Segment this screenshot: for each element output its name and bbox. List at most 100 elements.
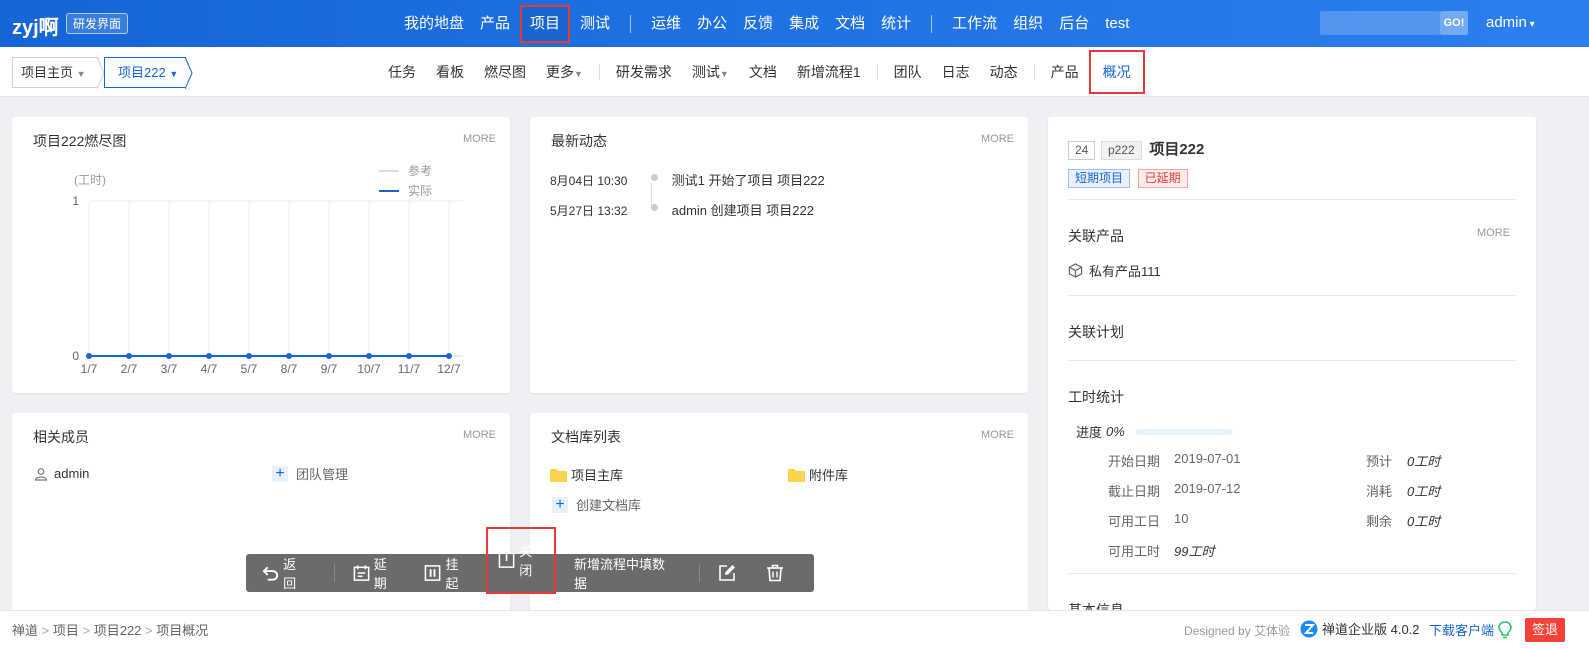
workflow-fill-button[interactable]: 新增流程中填数据 xyxy=(574,554,673,592)
activity-entry: 8月04日 10:30 测试1 开始了项目 项目222 xyxy=(550,170,825,189)
create-doclib-link[interactable]: + 创建文档库 xyxy=(552,495,641,514)
nav-feedback[interactable]: 反馈 xyxy=(735,0,781,47)
linked-product-item[interactable]: 私有产品111 xyxy=(1068,261,1161,280)
tab-burndown[interactable]: 燃尽图 xyxy=(474,62,536,82)
tab-team[interactable]: 团队 xyxy=(884,62,932,82)
edit-button[interactable] xyxy=(718,564,740,582)
doclib-item[interactable]: 附件库 xyxy=(788,465,848,484)
footer-crumb[interactable]: 禅道 xyxy=(12,623,38,638)
nav-stats[interactable]: 统计 xyxy=(873,0,919,47)
suspend-button[interactable]: 挂起 xyxy=(424,554,470,592)
user-icon xyxy=(34,467,48,481)
team-manage-link[interactable]: + 团队管理 xyxy=(272,464,348,483)
version-label: 禅道企业版 4.0.2 xyxy=(1322,622,1420,637)
nav-integration[interactable]: 集成 xyxy=(781,0,827,47)
cube-icon xyxy=(1068,263,1083,278)
delay-button[interactable]: 延期 xyxy=(353,554,399,592)
download-client-link[interactable]: 下载客户端 xyxy=(1429,620,1512,639)
hours-title: 工时统计 xyxy=(1068,389,1124,405)
data-point xyxy=(326,353,332,359)
activity-time: 8月04日 10:30 xyxy=(550,174,628,188)
caret-down-icon: ▼ xyxy=(76,69,86,79)
hours-value: 0工时 xyxy=(1407,514,1441,529)
tab-product[interactable]: 产品 xyxy=(1041,62,1089,82)
undo-icon xyxy=(262,566,279,581)
crumb-separator: > xyxy=(145,623,157,638)
x-tick-label: 5/7 xyxy=(241,362,258,376)
delay-label: 延期 xyxy=(373,557,387,591)
tab-more-label: 更多 xyxy=(546,64,574,80)
footer-crumb[interactable]: 项目222 xyxy=(94,623,142,638)
designed-by: Designed by 艾体验 xyxy=(1184,622,1290,639)
burndown-chart: (工时) 参考 实际 1 01/7 2/7 3/7 4/7 5/7 8/7 9/7 10/7 11… xyxy=(72,163,463,376)
nav-workflow[interactable]: 工作流 xyxy=(944,0,1005,47)
activity-text[interactable]: admin 创建项目 项目222 xyxy=(672,203,814,218)
activity-more-link[interactable]: MORE xyxy=(981,133,1014,145)
nav-admin[interactable]: 后台 xyxy=(1051,0,1097,47)
x-tick-label: 2/7 xyxy=(121,362,138,376)
tab-workflow1[interactable]: 新增流程1 xyxy=(787,62,871,82)
nav-product[interactable]: 产品 xyxy=(472,0,518,47)
crumb-project-home[interactable]: 项目主页 ▼ xyxy=(12,57,98,88)
nav-test[interactable]: 测试 xyxy=(572,0,618,47)
power-icon xyxy=(498,552,515,568)
data-point xyxy=(206,353,212,359)
x-tick-label: 4/7 xyxy=(201,362,218,376)
tab-doc[interactable]: 文档 xyxy=(739,62,787,82)
tab-overview[interactable]: 概况 xyxy=(1088,50,1145,94)
nav-ops[interactable]: 运维 xyxy=(643,0,689,47)
nav-office[interactable]: 办公 xyxy=(689,0,735,47)
pause-icon xyxy=(425,565,441,581)
linked-plan-title: 关联计划 xyxy=(1068,324,1124,340)
sub-navbar: 项目主页 ▼ 项目222 ▼ 任务 看板 燃尽图 更多▼ 研发需求 测试▼ 文档… xyxy=(0,47,1589,97)
nav-org[interactable]: 组织 xyxy=(1005,0,1051,47)
tab-log[interactable]: 日志 xyxy=(932,62,980,82)
signout-button[interactable]: 签退 xyxy=(1525,618,1565,642)
nav-test-custom[interactable]: test xyxy=(1097,0,1137,47)
project-status-badge: 已延期 xyxy=(1137,169,1188,188)
brand-name[interactable]: zyj啊 xyxy=(12,11,59,40)
project-overview-card: 24 p222 项目222 短期项目 已延期 关联产品 MORE 私有产品111… xyxy=(1048,117,1536,610)
footer-crumb: 项目概况 xyxy=(156,623,209,638)
back-button[interactable]: 返回 xyxy=(262,554,308,592)
trash-icon xyxy=(767,564,784,582)
tab-story[interactable]: 研发需求 xyxy=(606,62,682,82)
crumb-project-home-label: 项目主页 xyxy=(21,65,74,80)
tab-more[interactable]: 更多▼ xyxy=(536,62,593,82)
tab-qa[interactable]: 测试▼ xyxy=(682,62,739,82)
members-more-link[interactable]: MORE xyxy=(463,429,496,441)
tab-task[interactable]: 任务 xyxy=(378,62,426,82)
tab-dynamic[interactable]: 动态 xyxy=(980,62,1028,82)
hours-value: 0工时 xyxy=(1407,484,1441,499)
legend-ref-label: 参考 xyxy=(408,163,432,178)
hours-value: 2019-07-12 xyxy=(1174,481,1241,496)
footer-crumb[interactable]: 项目 xyxy=(53,623,79,638)
doclib-more-link[interactable]: MORE xyxy=(981,429,1014,441)
nav-project[interactable]: 项目 xyxy=(520,4,571,43)
activity-text[interactable]: 测试1 开始了项目 项目222 xyxy=(672,173,825,188)
version-link[interactable]: 禅道企业版 4.0.2 xyxy=(1300,619,1420,638)
designer-name[interactable]: 艾体验 xyxy=(1254,624,1290,638)
divider xyxy=(1068,199,1516,200)
close-label: 关闭 xyxy=(519,544,533,578)
chart-plot-area: 1 01/7 2/7 3/7 4/7 5/7 8/7 9/7 10/7 11/7 12/7 xyxy=(72,194,463,376)
delete-button[interactable] xyxy=(766,564,788,582)
member-name: admin xyxy=(54,466,90,481)
download-label: 下载客户端 xyxy=(1429,623,1495,638)
search-go-button[interactable]: GO! xyxy=(1440,11,1468,35)
interface-tag[interactable]: 研发界面 xyxy=(66,13,129,34)
nav-doc[interactable]: 文档 xyxy=(827,0,873,47)
project-code: p222 xyxy=(1100,141,1142,160)
close-button[interactable]: 关闭 xyxy=(486,526,556,594)
search-input[interactable] xyxy=(1320,11,1440,35)
divider xyxy=(1068,295,1516,296)
back-label: 返回 xyxy=(283,557,297,591)
tab-kanban[interactable]: 看板 xyxy=(426,62,474,82)
chevron-down-icon: ▾ xyxy=(1526,19,1535,30)
doclib-item[interactable]: 项目主库 xyxy=(550,465,623,484)
nav-my[interactable]: 我的地盘 xyxy=(396,0,472,47)
crumb-project-current[interactable]: 项目222 ▼ xyxy=(104,57,186,88)
user-menu[interactable]: admin ▾ xyxy=(1486,14,1535,31)
y-axis-label: (工时) xyxy=(74,173,106,187)
linked-product-more-link[interactable]: MORE xyxy=(1477,227,1510,239)
